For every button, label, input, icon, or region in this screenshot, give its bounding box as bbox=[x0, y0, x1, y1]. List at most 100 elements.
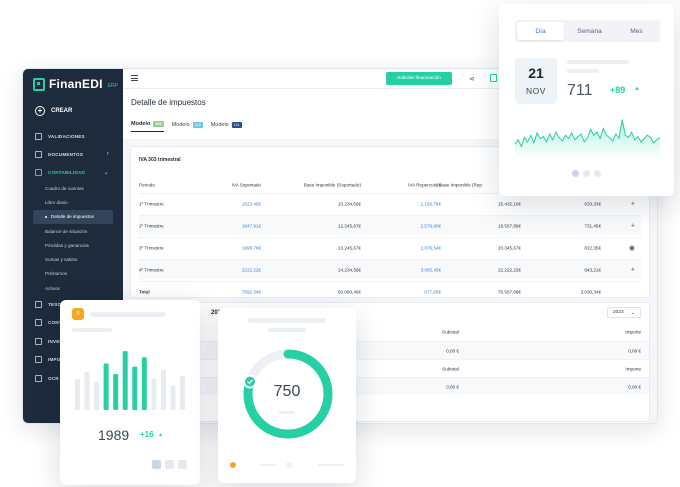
submenu-item[interactable]: Cuadro de cuentas bbox=[23, 181, 123, 195]
date-day: 21 bbox=[528, 65, 544, 81]
submenu-item[interactable]: Préstamos bbox=[23, 267, 123, 281]
bar bbox=[103, 363, 109, 410]
placeholder-line bbox=[268, 328, 306, 332]
sidebar-item-documentos[interactable]: DOCUMENTOS › bbox=[23, 145, 123, 163]
iva-soportado-cell[interactable]: 1847.91€ bbox=[242, 223, 261, 228]
bar bbox=[94, 382, 100, 410]
result-cell: 731,45€ bbox=[584, 223, 601, 228]
pagination-dot[interactable] bbox=[178, 460, 187, 469]
pagination-dot[interactable] bbox=[583, 170, 590, 177]
tab-tag: 111 bbox=[231, 121, 242, 128]
stat-delta: +16 bbox=[140, 430, 154, 439]
hamburger-menu-icon[interactable] bbox=[131, 75, 138, 81]
iva-soportado-cell[interactable]: 7592.34€ bbox=[242, 289, 261, 294]
year-select[interactable]: 2023 ⌄ bbox=[607, 307, 641, 318]
pagination-dots bbox=[572, 170, 601, 177]
iva-repercutido-cell[interactable]: 3.065,43€ bbox=[421, 267, 441, 272]
base-repercutido-cell: 20.345,67€ bbox=[498, 245, 521, 250]
submenu-item[interactable]: Balance de situación bbox=[23, 224, 123, 238]
bar bbox=[84, 371, 90, 410]
period-cell: 1º Trimestre bbox=[139, 201, 164, 206]
sidebar-item-validaciones[interactable]: VALIDACIONES bbox=[23, 127, 123, 145]
period-cell: 4º Trimestre bbox=[139, 267, 164, 272]
tab-tag: 115 bbox=[192, 121, 203, 128]
accounting-icon bbox=[35, 168, 42, 176]
contacts-icon bbox=[35, 319, 42, 327]
tab-modelo-303[interactable]: Modelo 303 bbox=[131, 121, 164, 132]
second-card: 2023 2023 ⌄ Subtotal Importe 0,00 € 0,00… bbox=[130, 302, 650, 422]
create-button[interactable]: + CREAR bbox=[35, 106, 72, 116]
slider-handle[interactable] bbox=[286, 462, 292, 468]
tab-mes[interactable]: Mes bbox=[613, 20, 660, 42]
submenu-item[interactable]: Pérdidas y ganancias bbox=[23, 238, 123, 252]
iva-repercutido-cell[interactable]: 2.876,54€ bbox=[421, 245, 441, 250]
table-row: 0,00 € 0,00 € bbox=[131, 377, 649, 395]
sidebar-item-label: OCR bbox=[48, 375, 59, 381]
gauge-value: 750 bbox=[273, 383, 301, 400]
validations-icon bbox=[35, 132, 42, 140]
placeholder-line bbox=[567, 60, 629, 64]
tab-modelo-111[interactable]: Modelo 111 bbox=[211, 121, 242, 132]
bar bbox=[122, 351, 128, 410]
table-row: 4º Trimestre 2222.22€ 14.234,56€ 3.065,43€ 2… bbox=[139, 259, 641, 279]
bar bbox=[180, 375, 185, 410]
submenu-item[interactable]: Sumas y saldos bbox=[23, 252, 123, 266]
pagination-dot[interactable] bbox=[594, 170, 601, 177]
add-icon[interactable]: + bbox=[631, 200, 635, 207]
arrow-up-icon: ▲ bbox=[634, 86, 640, 92]
result-cell: 633,33€ bbox=[584, 201, 601, 206]
view-icon[interactable]: ◉ bbox=[629, 244, 635, 252]
pagination-dot[interactable] bbox=[165, 460, 174, 469]
tab-dia[interactable]: Día bbox=[517, 22, 564, 40]
chevron-right-icon: › bbox=[106, 151, 109, 157]
column-header: Subtotal bbox=[442, 329, 459, 335]
share-icon[interactable]: ⋖ bbox=[469, 75, 475, 83]
period-cell: 3º Trimestre bbox=[139, 245, 164, 250]
sidebar-item-label: CONTABILIDAD bbox=[48, 169, 86, 175]
stat-value: 711 bbox=[567, 82, 593, 99]
sidebar-nav: VALIDACIONES DOCUMENTOS › CONTABILIDAD ⌄… bbox=[23, 127, 123, 295]
pagination-dots bbox=[152, 460, 187, 469]
accounting-submenu: Cuadro de cuentas Libro diario Detalle d… bbox=[23, 181, 123, 295]
iva-soportado-cell[interactable]: 1998.76€ bbox=[242, 245, 261, 250]
add-icon[interactable]: + bbox=[631, 222, 635, 229]
pagination-dot[interactable] bbox=[572, 170, 579, 177]
iva-repercutido-cell[interactable]: 2.578,90€ bbox=[421, 223, 441, 228]
iva-repercutido-cell[interactable]: 2.156,78€ bbox=[421, 201, 441, 206]
tab-modelo-115[interactable]: Modelo 115 bbox=[172, 121, 203, 132]
chevron-down-icon: ⌄ bbox=[103, 169, 109, 176]
placeholder-line bbox=[260, 464, 276, 466]
treasury-icon bbox=[35, 300, 42, 308]
placeholder-line bbox=[318, 464, 344, 466]
tab-label: Modelo bbox=[171, 121, 190, 128]
submenu-item[interactable]: Libro diario bbox=[23, 195, 123, 209]
ocr-icon bbox=[35, 374, 42, 382]
bar-chart bbox=[75, 351, 185, 410]
iva-card-title: IVA 303 trimestral bbox=[139, 157, 181, 163]
column-header: IVA Repercutido bbox=[408, 182, 441, 188]
document-icon[interactable] bbox=[490, 74, 497, 82]
placeholder-line bbox=[72, 328, 112, 332]
plus-circle-icon: + bbox=[35, 106, 45, 116]
tab-semana[interactable]: Semana bbox=[566, 20, 613, 42]
add-icon[interactable]: + bbox=[631, 266, 635, 273]
base-repercutido-cell: 76.567,88€ bbox=[498, 289, 521, 294]
column-header: Importe bbox=[625, 329, 641, 335]
result-cell: 822,35€ bbox=[584, 245, 601, 250]
base-soportado-cell: 12.345,67€ bbox=[338, 223, 361, 228]
iva-repercutido-cell[interactable]: 677,65€ bbox=[424, 289, 441, 294]
request-financing-button[interactable]: Solicitar financiación bbox=[386, 72, 452, 85]
slider-handle[interactable] bbox=[230, 462, 236, 468]
logo-icon bbox=[33, 77, 45, 91]
column-header: IVA Soportado bbox=[231, 182, 261, 188]
table-row: Subtotal Importe bbox=[131, 359, 649, 377]
pagination-dot[interactable] bbox=[152, 460, 161, 469]
sidebar-item-contabilidad[interactable]: CONTABILIDAD ⌄ bbox=[23, 163, 123, 181]
iva-soportado-cell[interactable]: 1523.45€ bbox=[242, 201, 261, 206]
submenu-item[interactable]: Activos bbox=[23, 281, 123, 295]
subtotal-value: 0,00 € bbox=[446, 384, 459, 389]
submenu-item-active[interactable]: Detalle de impuestos bbox=[33, 209, 113, 224]
iva-soportado-cell[interactable]: 2222.22€ bbox=[242, 267, 261, 272]
period-segmented-control: Día Semana Mes bbox=[515, 20, 660, 42]
placeholder-line bbox=[90, 312, 166, 317]
